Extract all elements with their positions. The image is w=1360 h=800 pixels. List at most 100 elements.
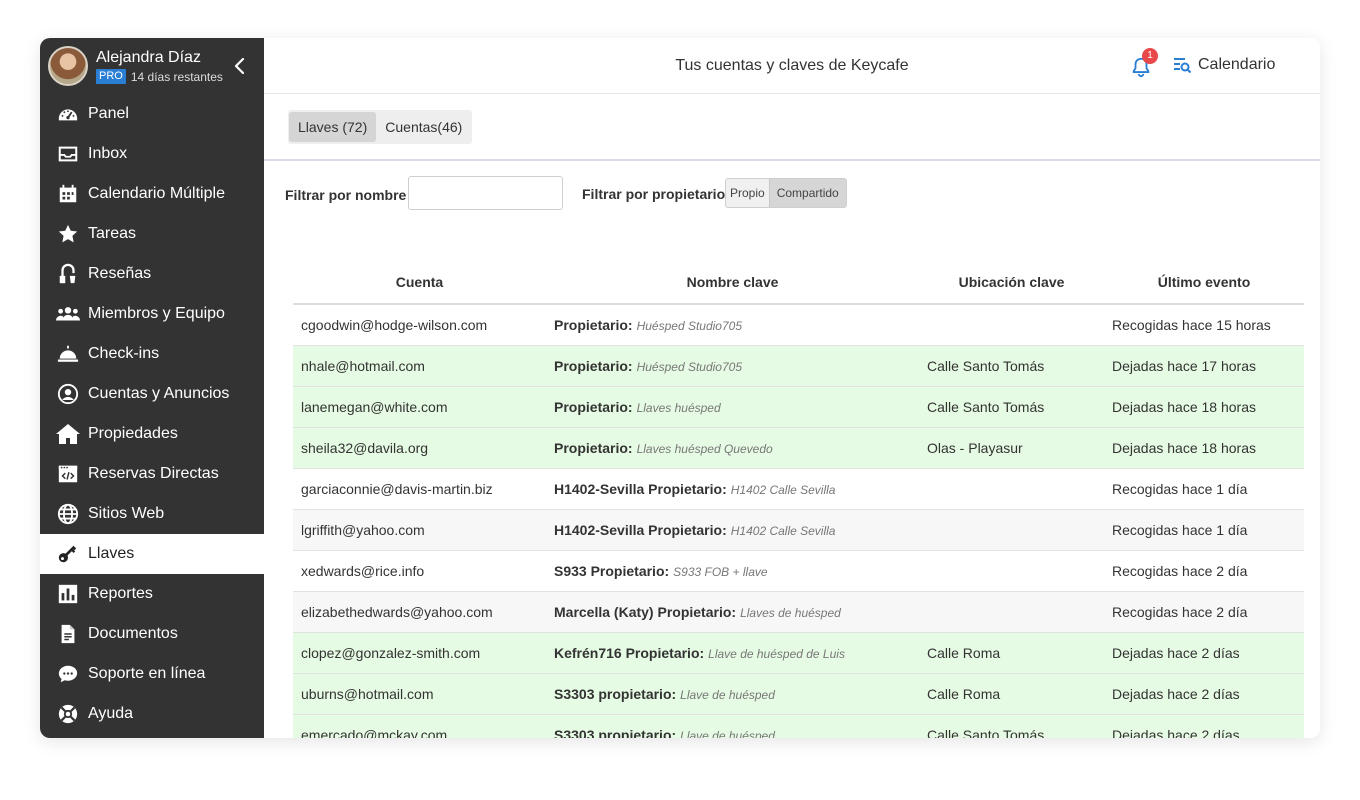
account-cell: elizabethedwards@yahoo.com bbox=[293, 591, 546, 633]
table-row[interactable]: clopez@gonzalez-smith.com Kefrén716 Propi… bbox=[293, 632, 1304, 674]
notifications-button[interactable]: 1 bbox=[1130, 48, 1158, 80]
key-owner-label: Kefrén716 Propietario: bbox=[554, 644, 705, 661]
avatar[interactable] bbox=[48, 46, 88, 86]
home-icon bbox=[56, 422, 80, 446]
sidebar-item-label: Sitios Web bbox=[88, 505, 165, 522]
filters-bar: Filtrar por nombre Filtrar por propietar… bbox=[264, 161, 1320, 225]
table-row[interactable]: uburns@hotmail.com S3303 propietario: Llav… bbox=[293, 673, 1304, 715]
calendar-link[interactable]: Calendario bbox=[1172, 55, 1275, 75]
sidebar-item-soporte-en-linea[interactable]: Soporte en línea bbox=[40, 654, 264, 694]
user-circle-icon bbox=[56, 382, 80, 406]
collapse-sidebar-button[interactable] bbox=[230, 55, 248, 77]
key-location-cell: Calle Santo Tomás bbox=[919, 345, 1104, 387]
table-row[interactable]: cgoodwin@hodge-wilson.com Propietario: Hué… bbox=[293, 304, 1304, 346]
last-event-cell: Dejadas hace 18 horas bbox=[1104, 427, 1304, 469]
account-cell: uburns@hotmail.com bbox=[293, 673, 546, 715]
table-row[interactable]: nhale@hotmail.com Propietario: Huésped Stu… bbox=[293, 345, 1304, 387]
sidebar-item-check-ins[interactable]: Check-ins bbox=[40, 334, 264, 374]
last-event-cell: Recogidas hace 2 día bbox=[1104, 591, 1304, 633]
sidebar-item-inbox[interactable]: Inbox bbox=[40, 134, 264, 174]
tab-keys[interactable]: Llaves (72) bbox=[289, 112, 377, 142]
sidebar-item-label: Calendario Múltiple bbox=[88, 185, 225, 202]
table-row[interactable]: sheila32@davila.org Propietario: Llaves hu… bbox=[293, 427, 1304, 469]
sidebar-item-label: Panel bbox=[88, 105, 129, 122]
key-description: Llave de huésped bbox=[680, 728, 775, 739]
account-cell: sheila32@davila.org bbox=[293, 427, 546, 469]
tab-group: Llaves (72) Cuentas(46) bbox=[288, 110, 473, 144]
sidebar-item-label: Check-ins bbox=[88, 345, 160, 362]
table-row[interactable]: xedwards@rice.info S933 Propietario: S933 … bbox=[293, 550, 1304, 592]
sidebar-item-sitios-web[interactable]: Sitios Web bbox=[40, 494, 264, 534]
sidebar-item-label: Soporte en línea bbox=[88, 665, 206, 682]
name-filter-input[interactable] bbox=[408, 176, 563, 210]
keys-table-container[interactable]: Cuenta Nombre clave Ubicación clave Últi… bbox=[293, 260, 1304, 738]
key-description: Llave de huésped bbox=[680, 687, 775, 702]
key-name-cell: S933 Propietario: S933 FOB + llave bbox=[546, 550, 919, 592]
app-window: Alejandra Díaz PRO 14 días restantes Pan… bbox=[40, 38, 1320, 738]
sidebar-item-llaves[interactable]: Llaves bbox=[40, 534, 264, 574]
key-description: Llaves de huésped bbox=[740, 605, 841, 620]
tabs-area: Llaves (72) Cuentas(46) bbox=[264, 94, 1320, 161]
last-event-cell: Dejadas hace 2 días bbox=[1104, 632, 1304, 674]
name-filter-label: Filtrar por nombre bbox=[285, 187, 407, 203]
account-cell: cgoodwin@hodge-wilson.com bbox=[293, 304, 546, 346]
sidebar-item-label: Llaves bbox=[88, 545, 135, 562]
sidebar-item-reservas-directas[interactable]: Reservas Directas bbox=[40, 454, 264, 494]
sidebar-item-label: Documentos bbox=[88, 625, 178, 642]
key-location-cell: Calle Santo Tomás bbox=[919, 714, 1104, 738]
column-header-key-name[interactable]: Nombre clave bbox=[546, 260, 919, 305]
sidebar-item-cuentas-y-anuncios[interactable]: Cuentas y Anuncios bbox=[40, 374, 264, 414]
column-header-key-location[interactable]: Ubicación clave bbox=[919, 260, 1104, 305]
last-event-cell: Recogidas hace 2 día bbox=[1104, 550, 1304, 592]
sidebar-item-documentos[interactable]: Documentos bbox=[40, 614, 264, 654]
key-location-cell bbox=[919, 468, 1104, 510]
column-header-account[interactable]: Cuenta bbox=[293, 260, 546, 305]
sidebar-item-panel[interactable]: Panel bbox=[40, 94, 264, 134]
sidebar-item-label: Miembros y Equipo bbox=[88, 305, 225, 322]
reviews-icon bbox=[56, 262, 80, 286]
sidebar-item-calendario-multiple[interactable]: Calendario Múltiple bbox=[40, 174, 264, 214]
main-content: Tus cuentas y claves de Keycafe 1 Calend… bbox=[264, 38, 1320, 738]
key-name-cell: Kefrén716 Propietario: Llave de huésped d… bbox=[546, 632, 919, 674]
key-icon bbox=[56, 542, 80, 566]
sidebar-item-reportes[interactable]: Reportes bbox=[40, 574, 264, 614]
profile-plan: PRO 14 días restantes bbox=[96, 69, 223, 84]
sidebar-item-label: Reservas Directas bbox=[88, 465, 219, 482]
key-name-cell: S3303 propietario: Llave de huésped bbox=[546, 714, 919, 738]
profile-info: Alejandra Díaz PRO 14 días restantes bbox=[96, 48, 223, 84]
sidebar: Alejandra Díaz PRO 14 días restantes Pan… bbox=[40, 38, 264, 738]
account-cell: lgriffith@yahoo.com bbox=[293, 509, 546, 551]
table-row[interactable]: lanemegan@white.com Propietario: Llaves hu… bbox=[293, 386, 1304, 428]
key-owner-label: Propietario: bbox=[554, 357, 633, 374]
sidebar-item-propiedades[interactable]: Propiedades bbox=[40, 414, 264, 454]
sidebar-item-tareas[interactable]: Tareas bbox=[40, 214, 264, 254]
tab-accounts[interactable]: Cuentas(46) bbox=[376, 110, 471, 144]
last-event-cell: Recogidas hace 1 día bbox=[1104, 468, 1304, 510]
key-name-cell: H1402-Sevilla Propietario: H1402 Calle Se… bbox=[546, 468, 919, 510]
sidebar-item-label: Reseñas bbox=[88, 265, 152, 282]
column-header-last-event[interactable]: Último evento bbox=[1104, 260, 1304, 305]
sidebar-item-label: Inbox bbox=[88, 145, 128, 162]
sidebar-item-label: Cuentas y Anuncios bbox=[88, 385, 230, 402]
owner-filter-own[interactable]: Propio bbox=[726, 179, 769, 207]
notification-count-badge: 1 bbox=[1142, 48, 1158, 64]
account-cell: garciaconnie@davis-martin.biz bbox=[293, 468, 546, 510]
table-row[interactable]: elizabethedwards@yahoo.com Marcella (Katy… bbox=[293, 591, 1304, 633]
sidebar-item-miembros-y-equipo[interactable]: Miembros y Equipo bbox=[40, 294, 264, 334]
sidebar-item-ayuda[interactable]: Ayuda bbox=[40, 694, 264, 734]
key-description: Huésped Studio705 bbox=[636, 359, 742, 374]
last-event-cell: Dejadas hace 2 días bbox=[1104, 673, 1304, 715]
table-row[interactable]: garciaconnie@davis-martin.biz H1402-Sevil… bbox=[293, 468, 1304, 510]
last-event-cell: Recogidas hace 15 horas bbox=[1104, 304, 1304, 346]
chat-icon bbox=[56, 662, 80, 686]
document-icon bbox=[56, 622, 80, 646]
table-row[interactable]: lgriffith@yahoo.com H1402-Sevilla Propiet… bbox=[293, 509, 1304, 551]
inbox-icon bbox=[56, 142, 80, 166]
table-body: cgoodwin@hodge-wilson.com Propietario: Hué… bbox=[293, 304, 1304, 738]
key-name-cell: Propietario: Llaves huésped bbox=[546, 386, 919, 428]
sidebar-item-resenas[interactable]: Reseñas bbox=[40, 254, 264, 294]
owner-filter-shared[interactable]: Compartido bbox=[768, 179, 846, 207]
table-row[interactable]: emercado@mckay.com S3303 propietario: Llav… bbox=[293, 714, 1304, 738]
team-icon bbox=[56, 302, 80, 326]
key-owner-label: S3303 propietario: bbox=[554, 685, 677, 702]
